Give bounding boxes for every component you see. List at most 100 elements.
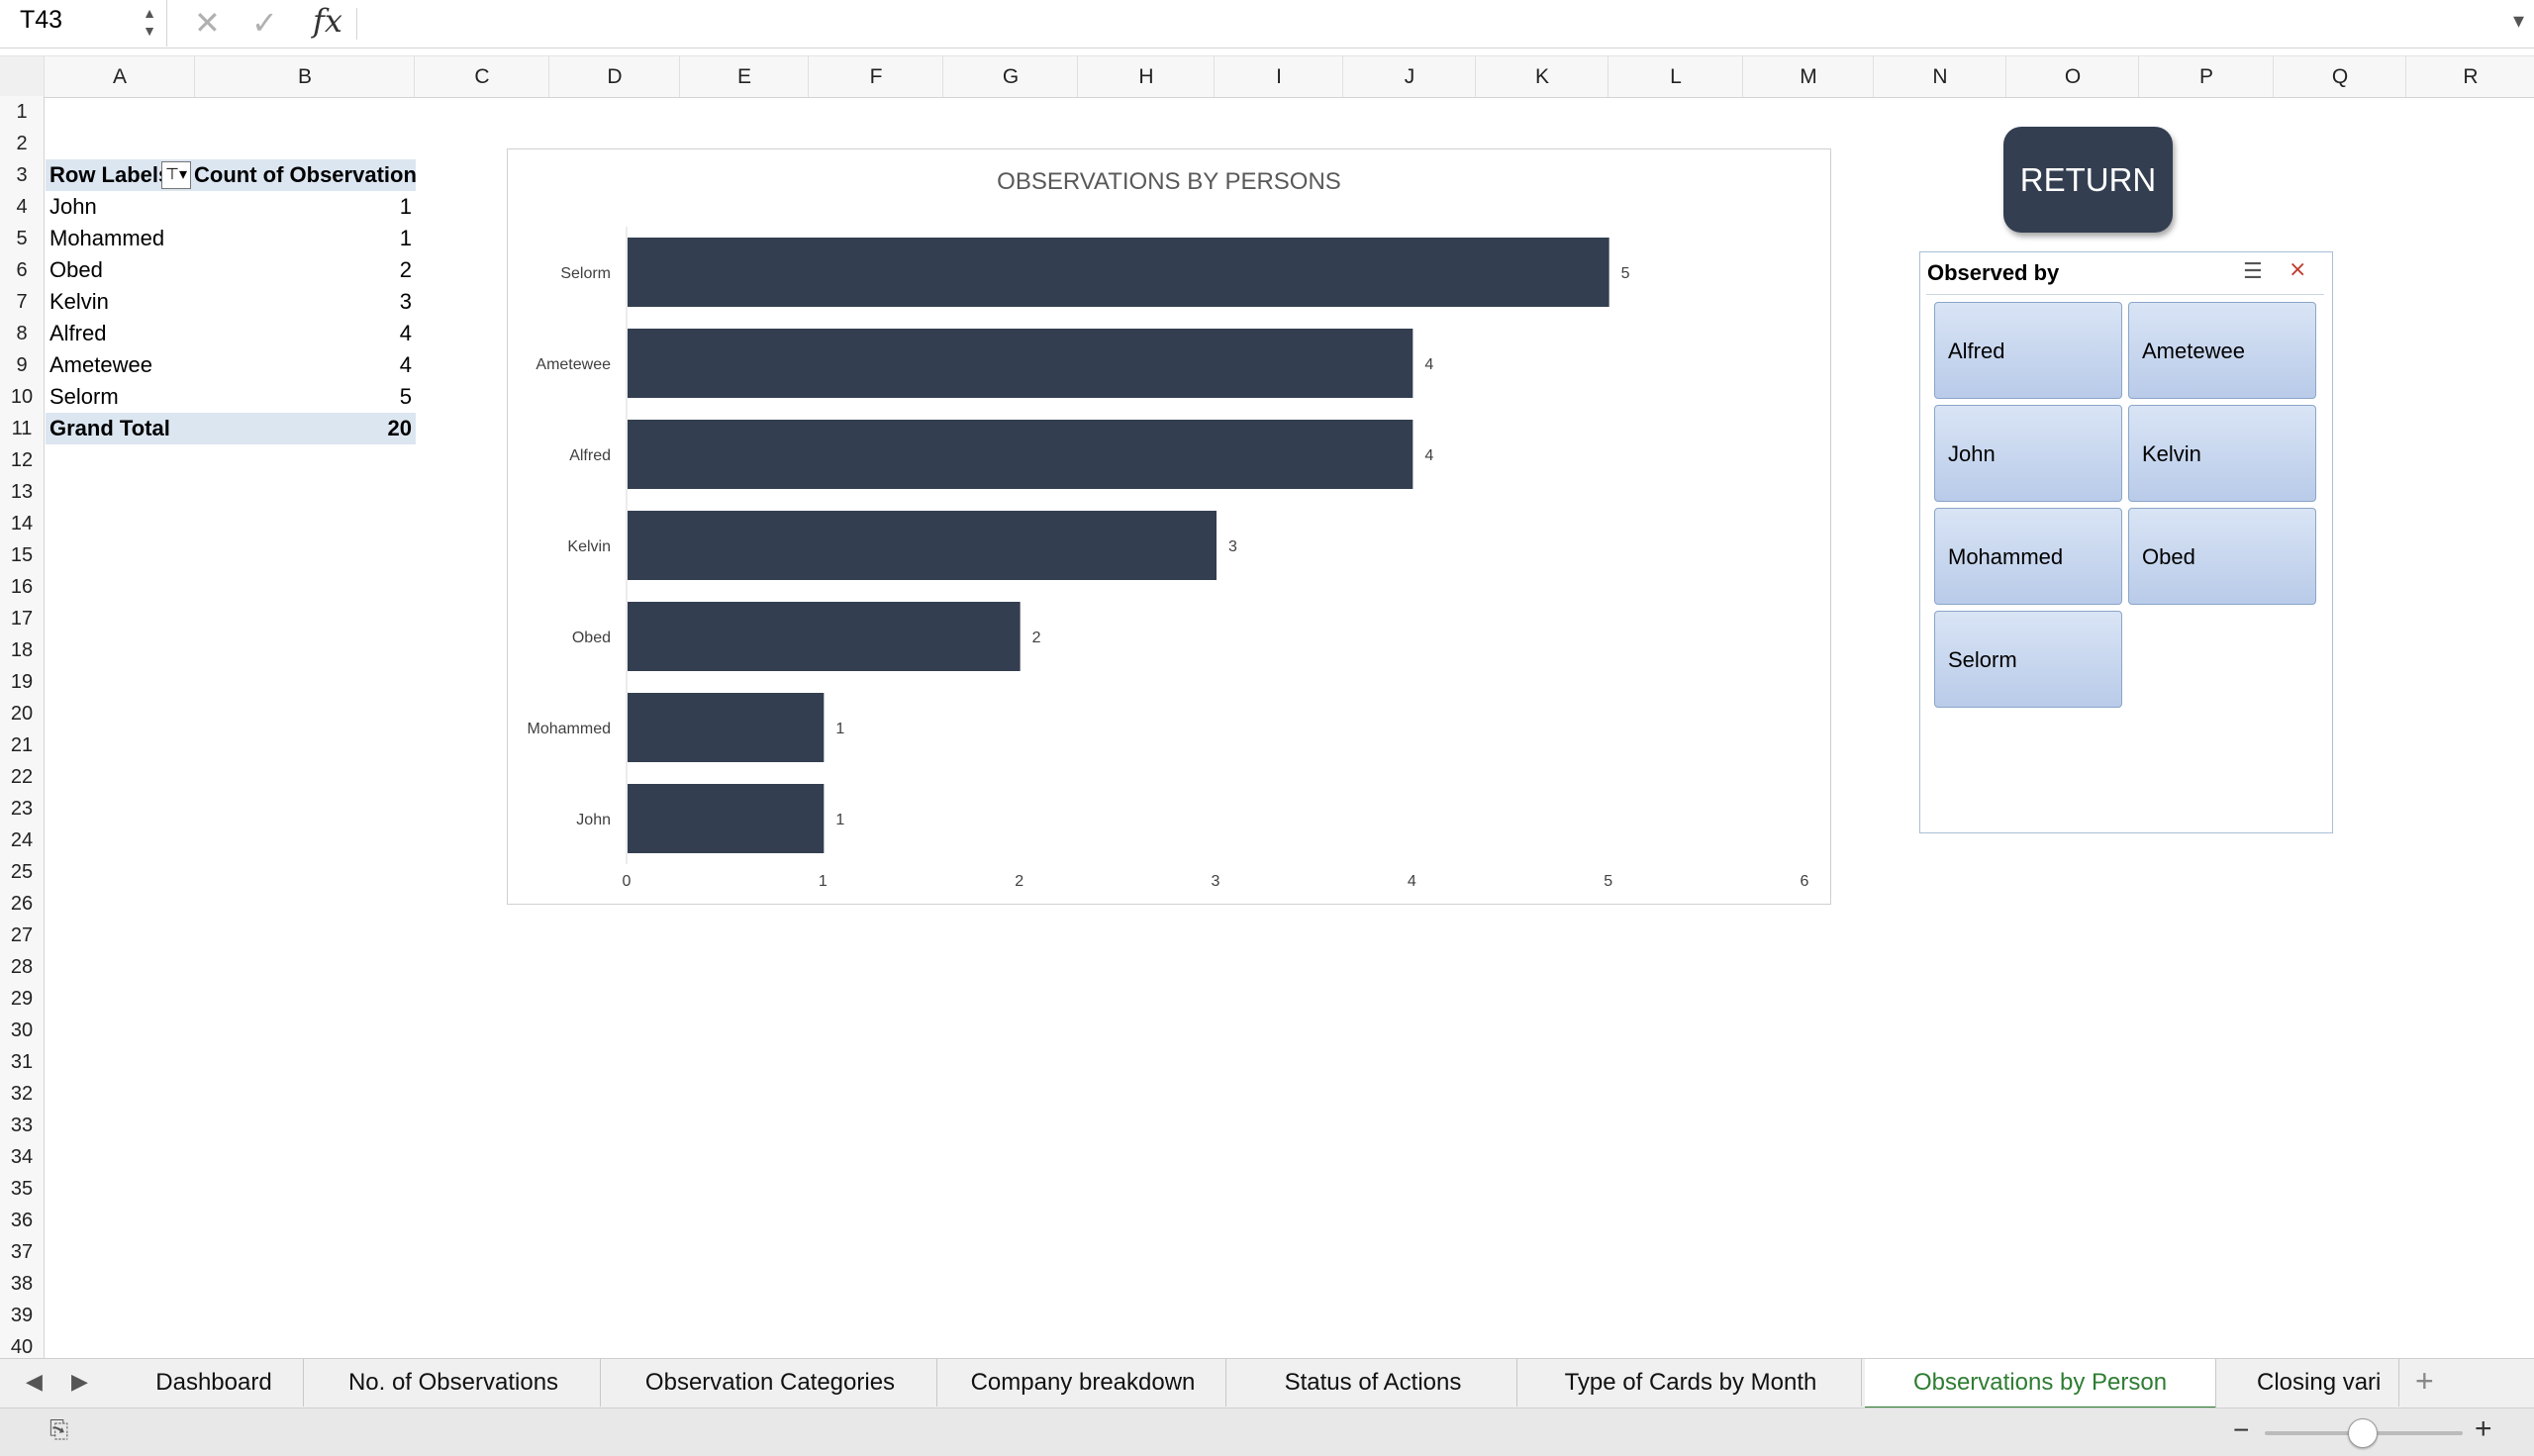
pivot-row-value[interactable]: 1 (194, 191, 416, 223)
chart-bar[interactable] (628, 784, 825, 853)
confirm-check-icon[interactable]: ✓ (251, 4, 278, 42)
pivot-row-value[interactable]: 4 (194, 318, 416, 349)
row-header-36[interactable]: 36 (0, 1205, 44, 1236)
row-header-32[interactable]: 32 (0, 1078, 44, 1110)
column-header-o[interactable]: O (2005, 56, 2139, 97)
pivot-row-value[interactable]: 3 (194, 286, 416, 318)
column-header-d[interactable]: D (548, 56, 680, 97)
row-header-9[interactable]: 9 (0, 349, 44, 381)
insert-function-icon[interactable]: fx (313, 2, 342, 40)
zoom-slider-thumb[interactable] (2348, 1418, 2378, 1448)
row-header-25[interactable]: 25 (0, 856, 44, 888)
sheet-tab[interactable]: Observations by Person (1865, 1359, 2216, 1409)
column-header-q[interactable]: Q (2273, 56, 2406, 97)
chart-bar[interactable] (628, 602, 1021, 671)
column-header-a[interactable]: A (44, 56, 195, 97)
row-header-17[interactable]: 17 (0, 603, 44, 634)
column-header-p[interactable]: P (2138, 56, 2274, 97)
row-header-33[interactable]: 33 (0, 1110, 44, 1141)
row-header-35[interactable]: 35 (0, 1173, 44, 1205)
row-header-4[interactable]: 4 (0, 191, 44, 223)
row-header-8[interactable]: 8 (0, 318, 44, 349)
pivot-row-value[interactable]: 1 (194, 223, 416, 254)
chart-bar[interactable] (628, 693, 825, 762)
row-header-12[interactable]: 12 (0, 444, 44, 476)
slicer-item-john[interactable]: John (1934, 405, 2122, 502)
chart-bar[interactable] (628, 238, 1609, 307)
sheet-tab[interactable]: Status of Actions (1229, 1359, 1517, 1407)
zoom-out-icon[interactable]: − (2233, 1414, 2249, 1446)
pivot-row-label[interactable]: John (46, 191, 198, 223)
column-header-c[interactable]: C (414, 56, 549, 97)
row-header-34[interactable]: 34 (0, 1141, 44, 1173)
row-header-2[interactable]: 2 (0, 128, 44, 159)
slicer-item-ametewee[interactable]: Ametewee (2128, 302, 2316, 399)
row-header-23[interactable]: 23 (0, 793, 44, 825)
multi-select-icon[interactable]: ☰ (2243, 258, 2263, 284)
row-header-13[interactable]: 13 (0, 476, 44, 508)
sheet-tab[interactable]: No. of Observations (307, 1359, 601, 1407)
row-header-30[interactable]: 30 (0, 1015, 44, 1046)
sheet-tab[interactable]: Observation Categories (604, 1359, 937, 1407)
column-header-r[interactable]: R (2405, 56, 2534, 97)
row-header-16[interactable]: 16 (0, 571, 44, 603)
expand-formula-bar-icon[interactable]: ▾ (2513, 8, 2524, 34)
sheet-tab[interactable]: Closing vari (2217, 1359, 2399, 1407)
column-header-i[interactable]: I (1214, 56, 1343, 97)
column-header-e[interactable]: E (679, 56, 809, 97)
row-header-26[interactable]: 26 (0, 888, 44, 920)
clear-filter-icon[interactable]: ⨯ (2289, 256, 2306, 282)
row-header-29[interactable]: 29 (0, 983, 44, 1015)
name-box-spinner-icon[interactable]: ▲ ▼ (143, 4, 156, 40)
pivot-row-label[interactable]: Ametewee (46, 349, 198, 381)
row-header-14[interactable]: 14 (0, 508, 44, 539)
pivot-row-value[interactable]: 5 (194, 381, 416, 413)
name-box[interactable]: T43 ▲ ▼ (0, 0, 167, 47)
sheet-tab[interactable]: Type of Cards by Month (1520, 1359, 1862, 1407)
prev-sheet-icon[interactable]: ◀ (26, 1369, 43, 1395)
column-header-k[interactable]: K (1475, 56, 1608, 97)
chart-bar[interactable] (628, 420, 1413, 489)
row-header-24[interactable]: 24 (0, 825, 44, 856)
slicer-item-alfred[interactable]: Alfred (1934, 302, 2122, 399)
row-header-5[interactable]: 5 (0, 223, 44, 254)
next-sheet-icon[interactable]: ▶ (71, 1369, 88, 1395)
row-header-22[interactable]: 22 (0, 761, 44, 793)
row-header-37[interactable]: 37 (0, 1236, 44, 1268)
cancel-x-icon[interactable]: ✕ (194, 4, 221, 42)
slicer-item-kelvin[interactable]: Kelvin (2128, 405, 2316, 502)
chart-bar[interactable] (628, 511, 1217, 580)
row-header-38[interactable]: 38 (0, 1268, 44, 1300)
sheet-tab[interactable]: Company breakdown (940, 1359, 1226, 1407)
row-header-10[interactable]: 10 (0, 381, 44, 413)
column-header-l[interactable]: L (1608, 56, 1743, 97)
row-header-20[interactable]: 20 (0, 698, 44, 729)
return-button[interactable]: RETURN (2003, 127, 2173, 233)
row-header-19[interactable]: 19 (0, 666, 44, 698)
row-header-11[interactable]: 11 (0, 413, 44, 444)
pivot-row-label[interactable]: Alfred (46, 318, 198, 349)
pivot-row-value[interactable]: 4 (194, 349, 416, 381)
sheet-tab[interactable]: Dashboard (125, 1359, 304, 1407)
add-sheet-icon[interactable]: + (2415, 1363, 2434, 1400)
pivot-grand-total-value[interactable]: 20 (194, 413, 416, 444)
row-header-1[interactable]: 1 (0, 96, 44, 128)
row-header-39[interactable]: 39 (0, 1300, 44, 1331)
zoom-in-icon[interactable]: + (2475, 1412, 2492, 1446)
chart-bar[interactable] (628, 329, 1413, 398)
pivot-row-label[interactable]: Obed (46, 254, 198, 286)
pivot-filter-icon[interactable]: ⊤▾ (161, 161, 191, 189)
column-header-m[interactable]: M (1742, 56, 1874, 97)
pivot-row-label[interactable]: Selorm (46, 381, 198, 413)
column-header-b[interactable]: B (194, 56, 415, 97)
row-header-28[interactable]: 28 (0, 951, 44, 983)
row-header-31[interactable]: 31 (0, 1046, 44, 1078)
row-header-21[interactable]: 21 (0, 729, 44, 761)
column-header-g[interactable]: G (942, 56, 1078, 97)
row-header-6[interactable]: 6 (0, 254, 44, 286)
row-header-7[interactable]: 7 (0, 286, 44, 318)
pivot-row-label[interactable]: Mohammed (46, 223, 198, 254)
column-header-n[interactable]: N (1873, 56, 2006, 97)
row-header-15[interactable]: 15 (0, 539, 44, 571)
column-header-f[interactable]: F (808, 56, 943, 97)
